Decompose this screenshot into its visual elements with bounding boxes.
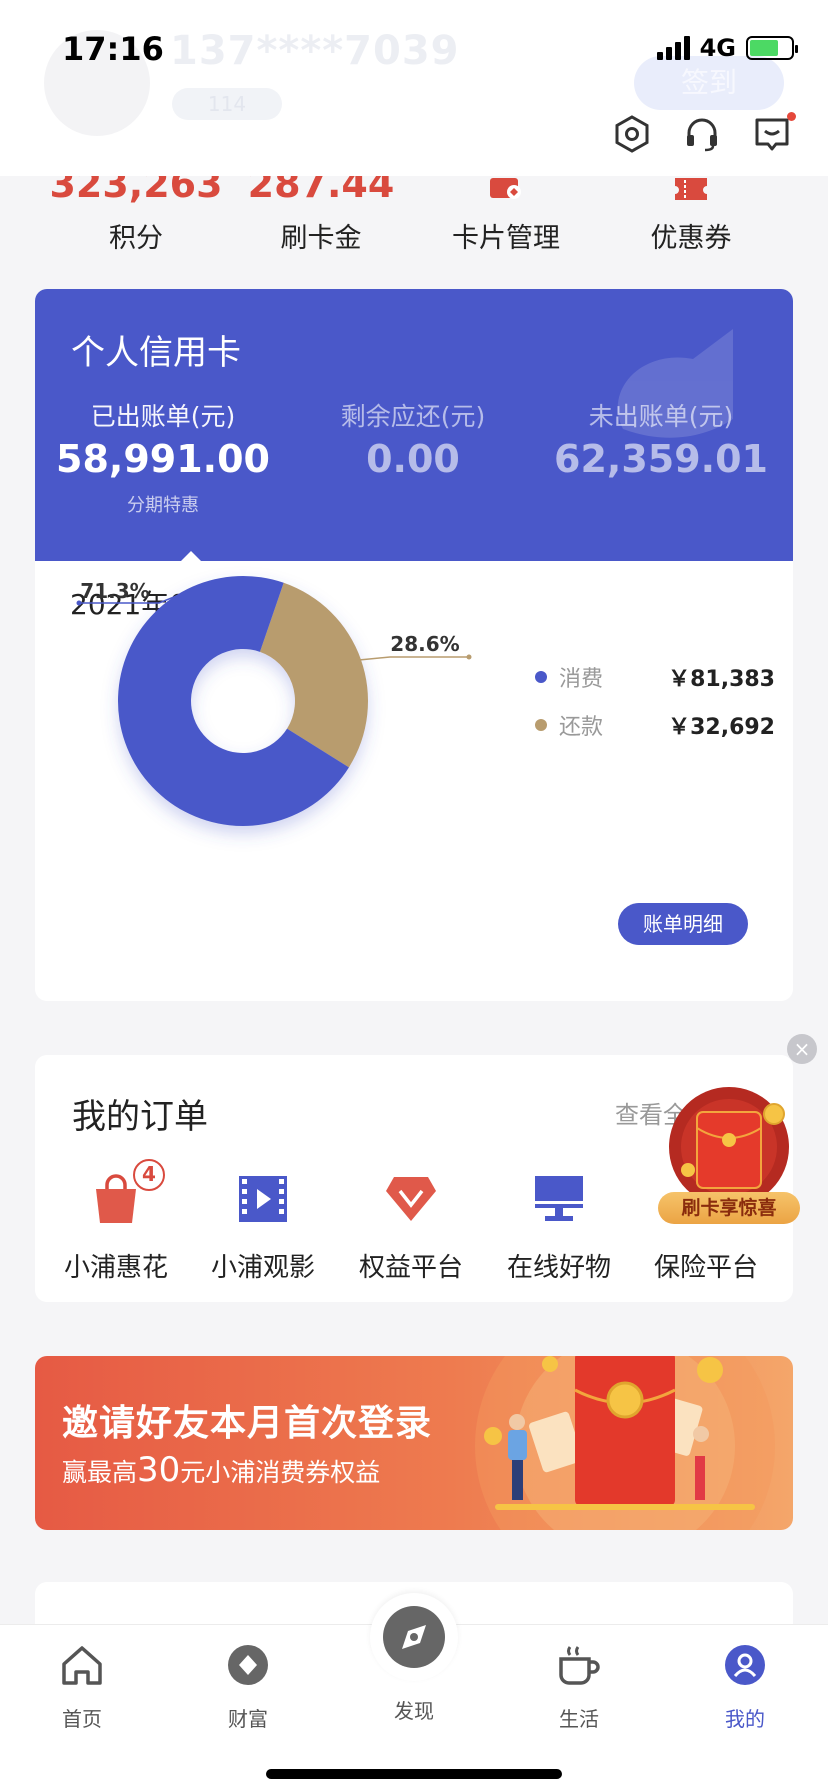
order-item-label: 权益平台: [358, 1253, 463, 1283]
battery-icon: [746, 36, 798, 60]
user-icon: [685, 1641, 805, 1689]
billed-label: 已出账单(元): [90, 402, 236, 431]
header-actions: [612, 112, 796, 154]
home-icon: [22, 1641, 142, 1689]
status-time: 17:16: [62, 30, 164, 68]
remaining-label: 剩余应还(元): [340, 402, 486, 431]
monitor-icon: [484, 1169, 634, 1229]
order-count-badge: 4: [133, 1159, 165, 1191]
tab-label: 首页: [62, 1707, 102, 1731]
tab-label: 财富: [228, 1707, 268, 1731]
banner-subtitle: 赢最高30元小浦消费券权益: [62, 1450, 380, 1490]
donut-slices: [118, 576, 368, 826]
float-promo-caption: 刷卡享惊喜: [658, 1192, 800, 1224]
order-item-xiaopu-huihua[interactable]: 4 小浦惠花: [41, 1159, 191, 1284]
tab-label: 生活: [559, 1707, 599, 1731]
banner-sub-amount: 30: [137, 1450, 181, 1490]
legend-name: 还款: [559, 715, 604, 740]
tab-label: 发现: [394, 1699, 434, 1723]
remaining-value: 0.00: [366, 437, 460, 481]
order-item-label: 小浦观影: [210, 1253, 315, 1283]
legend-item-repayment: 还款 ￥32,692: [535, 701, 775, 749]
order-item-online-goods[interactable]: 在线好物: [484, 1169, 634, 1284]
unbilled-amount[interactable]: 未出账单(元) 62,359.01: [546, 397, 776, 481]
tab-life[interactable]: 生活: [519, 1641, 639, 1732]
headset-icon[interactable]: [682, 114, 722, 154]
diamond-icon: [336, 1169, 486, 1229]
leader-line: [358, 656, 469, 661]
level-badge[interactable]: 114: [172, 88, 282, 120]
user-phone: 137****7039: [170, 28, 460, 74]
red-packet-illustration: [475, 1356, 775, 1530]
status-icons: 4G: [656, 34, 798, 62]
home-indicator: [266, 1769, 562, 1779]
network-type: 4G: [699, 34, 736, 62]
credit-card-panel[interactable]: 个人信用卡 已出账单(元) 58,991.00 分期特惠 剩余应还(元) 0.0…: [35, 289, 793, 561]
order-item-label: 在线好物: [506, 1253, 611, 1283]
slice-percent-label: 71.3%: [80, 579, 149, 603]
slice-percent-label: 28.6%: [390, 632, 459, 656]
coupon-label: 优惠券: [650, 223, 732, 254]
legend-amount: ￥32,692: [668, 715, 775, 740]
signal-icon: [656, 36, 690, 60]
legend-dot: [535, 719, 547, 731]
billed-amount[interactable]: 已出账单(元) 58,991.00 分期特惠: [48, 397, 278, 517]
order-item-label: 保险平台: [653, 1253, 758, 1283]
order-item-movies[interactable]: 小浦观影: [188, 1169, 338, 1284]
wealth-icon: [188, 1641, 308, 1689]
tab-home[interactable]: 首页: [22, 1641, 142, 1732]
tab-discover[interactable]: 发现: [354, 1695, 474, 1724]
shopping-bag-icon: 4: [41, 1159, 191, 1229]
legend-item-spending: 消费 ￥81,383: [535, 653, 775, 701]
red-packet-icon: [669, 1087, 789, 1207]
settings-icon[interactable]: [612, 114, 652, 154]
credit-card-title: 个人信用卡: [71, 333, 241, 373]
banner-sub-prefix: 赢最高: [62, 1458, 138, 1487]
sign-in-button[interactable]: 签到: [634, 56, 784, 110]
remaining-amount[interactable]: 剩余应还(元) 0.00: [298, 397, 528, 481]
floating-red-packet-promo[interactable]: 刷卡享惊喜: [654, 1082, 804, 1230]
banner-sub-suffix: 元小浦消费券权益: [180, 1458, 381, 1487]
legend-amount: ￥81,383: [668, 667, 775, 692]
chart-legend: 消费 ￥81,383 还款 ￥32,692: [535, 653, 775, 749]
billed-value: 58,991.00: [56, 437, 270, 481]
leader-dot: [466, 654, 472, 660]
legend-name: 消费: [559, 667, 604, 692]
unbilled-value: 62,359.01: [554, 437, 768, 481]
message-icon[interactable]: [752, 112, 796, 154]
invite-friends-banner[interactable]: 邀请好友本月首次登录 赢最高30元小浦消费券权益: [35, 1356, 793, 1530]
bill-chart-panel: 2021年03月 i 71.3%28.6% 消费 ￥81,383 还款 ￥32,…: [35, 561, 793, 1001]
unread-dot: [787, 112, 796, 121]
card-gold-label: 刷卡金: [280, 223, 362, 254]
installment-offer-link[interactable]: 分期特惠: [48, 491, 278, 517]
bottom-tab-bar: 首页 财富 发现 生活 我的: [0, 1593, 828, 1792]
tab-mine[interactable]: 我的: [685, 1641, 805, 1732]
tab-wealth[interactable]: 财富: [188, 1641, 308, 1732]
close-promo-icon[interactable]: ×: [787, 1034, 817, 1064]
bill-detail-button[interactable]: 账单明细: [618, 903, 748, 945]
tab-label: 我的: [725, 1707, 765, 1731]
film-icon: [188, 1169, 338, 1229]
unbilled-label: 未出账单(元): [588, 402, 734, 431]
order-item-label: 小浦惠花: [63, 1253, 168, 1283]
compass-icon[interactable]: [370, 1593, 458, 1681]
order-item-benefits[interactable]: 权益平台: [336, 1169, 486, 1284]
orders-title: 我的订单: [72, 1097, 208, 1137]
card-manage-label: 卡片管理: [452, 223, 560, 254]
tab-pointer: [180, 551, 202, 562]
points-label: 积分: [109, 223, 163, 254]
legend-dot: [535, 671, 547, 683]
banner-title: 邀请好友本月首次登录: [62, 1403, 433, 1444]
coffee-icon: [519, 1641, 639, 1689]
top-header: 137****7039 114 签到 17:16 4G: [0, 0, 828, 176]
donut-slice-还款: [259, 582, 368, 768]
